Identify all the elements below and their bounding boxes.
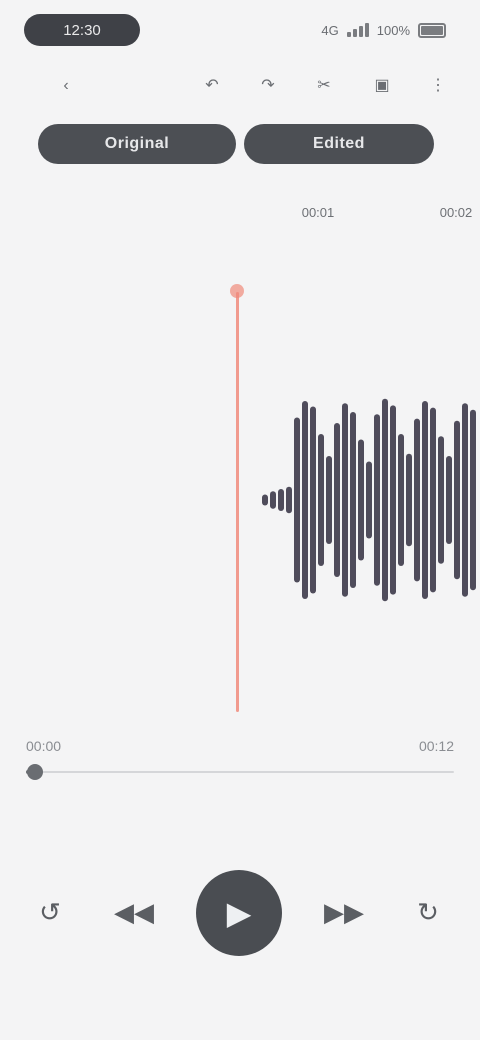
marker-2-line: [420, 222, 480, 244]
original-tab[interactable]: Original: [38, 124, 236, 164]
edit-toolbar: ‹ ↶ ↷ ✂ ▣ ⋮: [0, 72, 480, 100]
status-time: 12:30: [63, 21, 101, 39]
redo-icon[interactable]: ↷: [258, 76, 278, 96]
cut-icon[interactable]: ✂: [314, 76, 334, 96]
more-icon[interactable]: ⋮: [428, 76, 448, 96]
marker-1-line: [282, 222, 354, 244]
current-time: 00:00: [26, 738, 62, 754]
status-time-pill: 12:30: [24, 14, 140, 46]
waveform-bar: [294, 417, 300, 583]
network-label: 4G: [321, 22, 339, 38]
waveform-bar: [278, 489, 284, 511]
scrubber-knob[interactable]: [26, 764, 43, 780]
waveform[interactable]: [0, 280, 480, 720]
edited-tab-label: Edited: [313, 135, 365, 152]
waveform-bar: [454, 420, 460, 580]
waveform-bar: [382, 398, 388, 602]
play-button[interactable]: ▶: [196, 870, 282, 956]
skip-back-button[interactable]: ◀◀: [110, 888, 158, 936]
waveform-bar: [422, 401, 428, 599]
waveform-bar: [438, 436, 444, 564]
waveform-bar: [334, 423, 340, 577]
waveform-bar: [390, 405, 396, 595]
waveform-bar: [262, 494, 268, 506]
waveform-bar: [326, 456, 332, 544]
marker-1[interactable]: 00:01: [282, 204, 354, 276]
waveform-bar: [286, 486, 292, 514]
playhead[interactable]: [236, 292, 239, 712]
waveform-bar: [366, 461, 372, 539]
total-time: 00:12: [418, 738, 454, 754]
play-icon: ▶: [226, 895, 252, 931]
edited-tab[interactable]: Edited: [244, 124, 434, 164]
waveform-bar: [398, 434, 404, 566]
waveform-bar: [374, 414, 380, 586]
scrubber-track: [26, 771, 454, 773]
marker-2-label: 00:02: [439, 205, 473, 220]
waveform-bar: [318, 434, 324, 566]
waveform-bar: [414, 418, 420, 582]
waveform-bar: [350, 412, 356, 588]
waveform-bar: [270, 491, 276, 509]
battery-label: 100%: [376, 22, 410, 38]
waveform-bar: [406, 453, 412, 547]
marker-1-label: 00:01: [301, 205, 335, 220]
signal-icon: [346, 23, 369, 37]
skip-back-icon: ◀◀: [114, 896, 154, 927]
waveform-bar: [446, 456, 452, 544]
rewind-icon: ↺: [39, 896, 61, 927]
undo-icon[interactable]: ↶: [202, 76, 222, 96]
fast-forward-button[interactable]: ↻: [404, 888, 452, 936]
skip-forward-button[interactable]: ▶▶: [320, 888, 368, 936]
status-right-group: 4G 100%: [321, 22, 446, 38]
skip-forward-icon: ▶▶: [324, 896, 364, 927]
waveform-bar: [358, 439, 364, 561]
battery-icon: [418, 22, 446, 38]
waveform-bar: [430, 407, 436, 593]
marker-2[interactable]: 00:02: [420, 204, 480, 276]
playback-scrubber[interactable]: [26, 760, 454, 784]
waveform-bar: [462, 403, 468, 597]
waveform-bar: [302, 401, 308, 599]
waveform-bar: [310, 406, 316, 594]
waveform-bar: [342, 403, 348, 597]
rewind-button[interactable]: ↺: [26, 888, 74, 936]
waveform-bar: [470, 409, 476, 591]
back-icon[interactable]: ‹: [56, 76, 76, 96]
trim-icon[interactable]: ▣: [372, 76, 392, 96]
original-tab-label: Original: [104, 135, 170, 152]
fast-forward-icon: ↻: [417, 896, 439, 927]
